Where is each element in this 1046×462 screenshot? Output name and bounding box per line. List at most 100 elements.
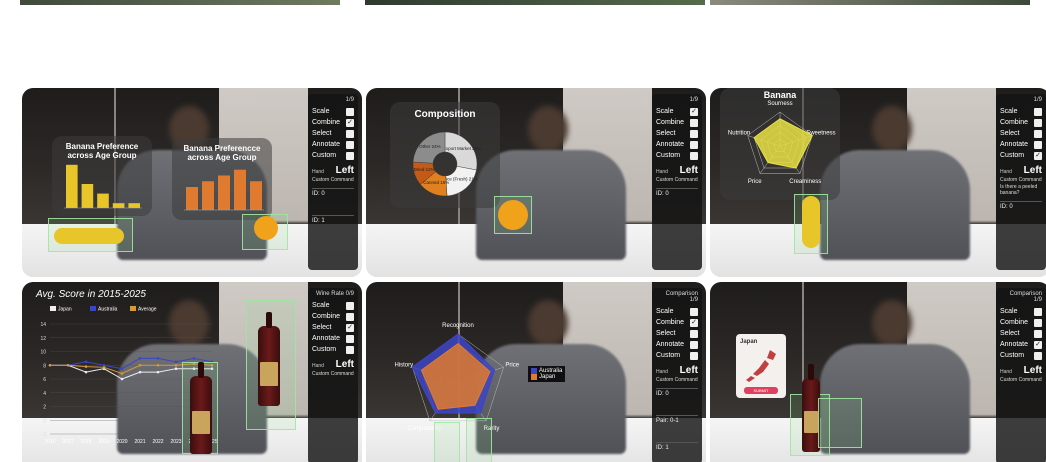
option-annotate[interactable]: Annotate ✓ bbox=[1000, 339, 1042, 350]
submit-button[interactable]: SUBMIT bbox=[744, 387, 778, 394]
checkbox[interactable] bbox=[1034, 351, 1042, 360]
bar bbox=[202, 181, 214, 210]
control-panel: Comparison 1/9 Scale Combine ✓ Select Ann… bbox=[652, 288, 702, 462]
option-custom[interactable]: Custom bbox=[656, 350, 698, 361]
checkbox[interactable]: ✓ bbox=[346, 118, 354, 127]
object-id-0[interactable]: ID: 0 bbox=[656, 188, 698, 210]
option-combine[interactable]: Combine bbox=[1000, 317, 1042, 328]
option-annotate[interactable]: Annotate bbox=[656, 339, 698, 350]
option-scale[interactable]: Scale bbox=[312, 300, 354, 311]
hand-indicator: Hand Left bbox=[312, 359, 354, 370]
custom-command-label: Custom Command bbox=[1000, 177, 1042, 183]
data-point bbox=[138, 363, 142, 367]
option-custom[interactable]: Custom bbox=[312, 344, 354, 355]
option-combine[interactable]: Combine ✓ bbox=[312, 117, 354, 128]
custom-command-label: Custom Command bbox=[312, 371, 354, 377]
option-annotate[interactable]: Annotate bbox=[312, 333, 354, 344]
bar bbox=[128, 203, 140, 208]
object-id-0[interactable]: ID: 0 bbox=[312, 188, 354, 210]
checkbox[interactable] bbox=[1034, 329, 1042, 338]
option-scale[interactable]: Scale ✓ bbox=[656, 106, 698, 117]
checkbox[interactable] bbox=[346, 312, 354, 321]
object-id-1[interactable]: ID: 1 bbox=[312, 215, 354, 237]
option-scale[interactable]: Scale bbox=[312, 106, 354, 117]
checkbox[interactable] bbox=[690, 329, 698, 338]
object-pair[interactable]: Pair: 0-1 bbox=[656, 415, 698, 437]
checkbox[interactable] bbox=[690, 140, 698, 149]
checkbox[interactable] bbox=[346, 129, 354, 138]
option-annotate[interactable]: Annotate bbox=[1000, 139, 1042, 150]
object-id-1[interactable]: ID: 1 bbox=[656, 442, 698, 462]
data-point bbox=[48, 363, 52, 367]
checkbox[interactable]: ✓ bbox=[690, 318, 698, 327]
option-select[interactable]: Select bbox=[1000, 128, 1042, 139]
checkbox[interactable]: ✓ bbox=[690, 107, 698, 116]
option-combine[interactable]: Combine ✓ bbox=[656, 317, 698, 328]
checkbox[interactable] bbox=[690, 340, 698, 349]
wine-bottle bbox=[190, 362, 212, 454]
hand-indicator: Hand Left bbox=[656, 365, 698, 376]
hand-bounding-box[interactable] bbox=[818, 398, 862, 448]
checkbox[interactable]: ✓ bbox=[1034, 151, 1042, 160]
option-select[interactable]: Select bbox=[656, 328, 698, 339]
object-id-0[interactable]: ID: 0 bbox=[656, 388, 698, 410]
y-tick-label: 4 bbox=[43, 391, 46, 397]
checkbox[interactable] bbox=[690, 307, 698, 316]
option-annotate[interactable]: Annotate bbox=[656, 139, 698, 150]
checkbox[interactable] bbox=[1034, 118, 1042, 127]
wine-bottle-bounding-box[interactable] bbox=[434, 422, 460, 462]
radar-chart: SournessSweetnessCreaminessPriceNutritio… bbox=[728, 90, 836, 185]
checkbox[interactable] bbox=[346, 151, 354, 160]
option-combine[interactable]: Combine bbox=[312, 311, 354, 322]
x-tick-label: 2022 bbox=[152, 439, 163, 445]
slice-label: Dried 12% bbox=[414, 167, 435, 172]
option-combine[interactable]: Combine bbox=[1000, 117, 1042, 128]
bar bbox=[97, 193, 109, 208]
control-panel: 1/9 Scale Combine Select Annotate Custom… bbox=[996, 94, 1046, 270]
checkbox[interactable] bbox=[690, 151, 698, 160]
checkbox[interactable] bbox=[1034, 129, 1042, 138]
option-scale[interactable]: Scale bbox=[1000, 106, 1042, 117]
radar-axis-label: Sourness bbox=[767, 101, 792, 107]
checkbox[interactable] bbox=[690, 118, 698, 127]
option-custom[interactable]: Custom bbox=[656, 150, 698, 161]
option-scale[interactable]: Scale bbox=[1000, 306, 1042, 317]
option-select[interactable]: Select ✓ bbox=[312, 322, 354, 333]
slice-label: Export Market 28% bbox=[443, 146, 481, 151]
option-custom[interactable]: Custom bbox=[312, 150, 354, 161]
data-point bbox=[84, 370, 88, 374]
object-id-0[interactable]: ID: 0 bbox=[1000, 201, 1042, 223]
wine-bottle-bounding-box[interactable] bbox=[466, 418, 492, 462]
y-tick-label: 12 bbox=[40, 336, 46, 342]
option-select[interactable]: Select bbox=[656, 128, 698, 139]
checkbox[interactable] bbox=[1034, 318, 1042, 327]
checkbox[interactable] bbox=[690, 351, 698, 360]
option-combine[interactable]: Combine bbox=[656, 117, 698, 128]
radar-axis-label: History bbox=[394, 362, 413, 368]
option-select[interactable]: Select bbox=[312, 128, 354, 139]
checkbox[interactable] bbox=[346, 301, 354, 310]
checkbox[interactable] bbox=[346, 345, 354, 354]
frame-banana-bar-charts: Banana Preference across Age Group Banan… bbox=[22, 88, 362, 277]
checkbox[interactable] bbox=[346, 107, 354, 116]
bar-chart-panel-right: Banana Preferencce across Age Group bbox=[172, 138, 272, 220]
checkbox[interactable] bbox=[346, 334, 354, 343]
option-custom[interactable]: Custom bbox=[1000, 350, 1042, 361]
top-image-strip bbox=[0, 0, 1046, 5]
option-custom[interactable]: Custom ✓ bbox=[1000, 150, 1042, 161]
option-annotate[interactable]: Annotate bbox=[312, 139, 354, 150]
checkbox[interactable] bbox=[690, 129, 698, 138]
checkbox[interactable] bbox=[1034, 107, 1042, 116]
option-scale[interactable]: Scale bbox=[656, 306, 698, 317]
checkbox[interactable]: ✓ bbox=[346, 323, 354, 332]
data-point bbox=[120, 367, 124, 370]
radar-axis-label: Nutrition bbox=[728, 131, 750, 137]
y-tick-label: 6 bbox=[43, 377, 46, 383]
checkbox[interactable] bbox=[1034, 307, 1042, 316]
checkbox[interactable] bbox=[1034, 140, 1042, 149]
option-select[interactable]: Select bbox=[1000, 328, 1042, 339]
radar-title: Banana bbox=[764, 90, 798, 100]
bar-chart-right bbox=[184, 169, 264, 211]
checkbox[interactable] bbox=[346, 140, 354, 149]
checkbox[interactable]: ✓ bbox=[1034, 340, 1042, 349]
